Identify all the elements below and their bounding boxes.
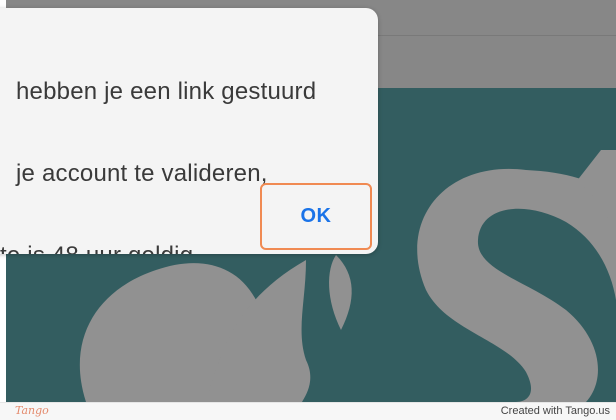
app-screen: hebben je een link gestuurd je account t… xyxy=(0,0,616,402)
tango-logo: Tango xyxy=(15,404,49,417)
ok-button[interactable]: OK xyxy=(260,183,372,250)
alert-dialog: hebben je een link gestuurd je account t… xyxy=(0,8,378,254)
created-with-label: Created with Tango.us xyxy=(500,405,610,417)
tango-footer: Tango Created with Tango.us xyxy=(0,402,616,420)
dialog-message-line: hebben je een link gestuurd xyxy=(16,78,317,105)
